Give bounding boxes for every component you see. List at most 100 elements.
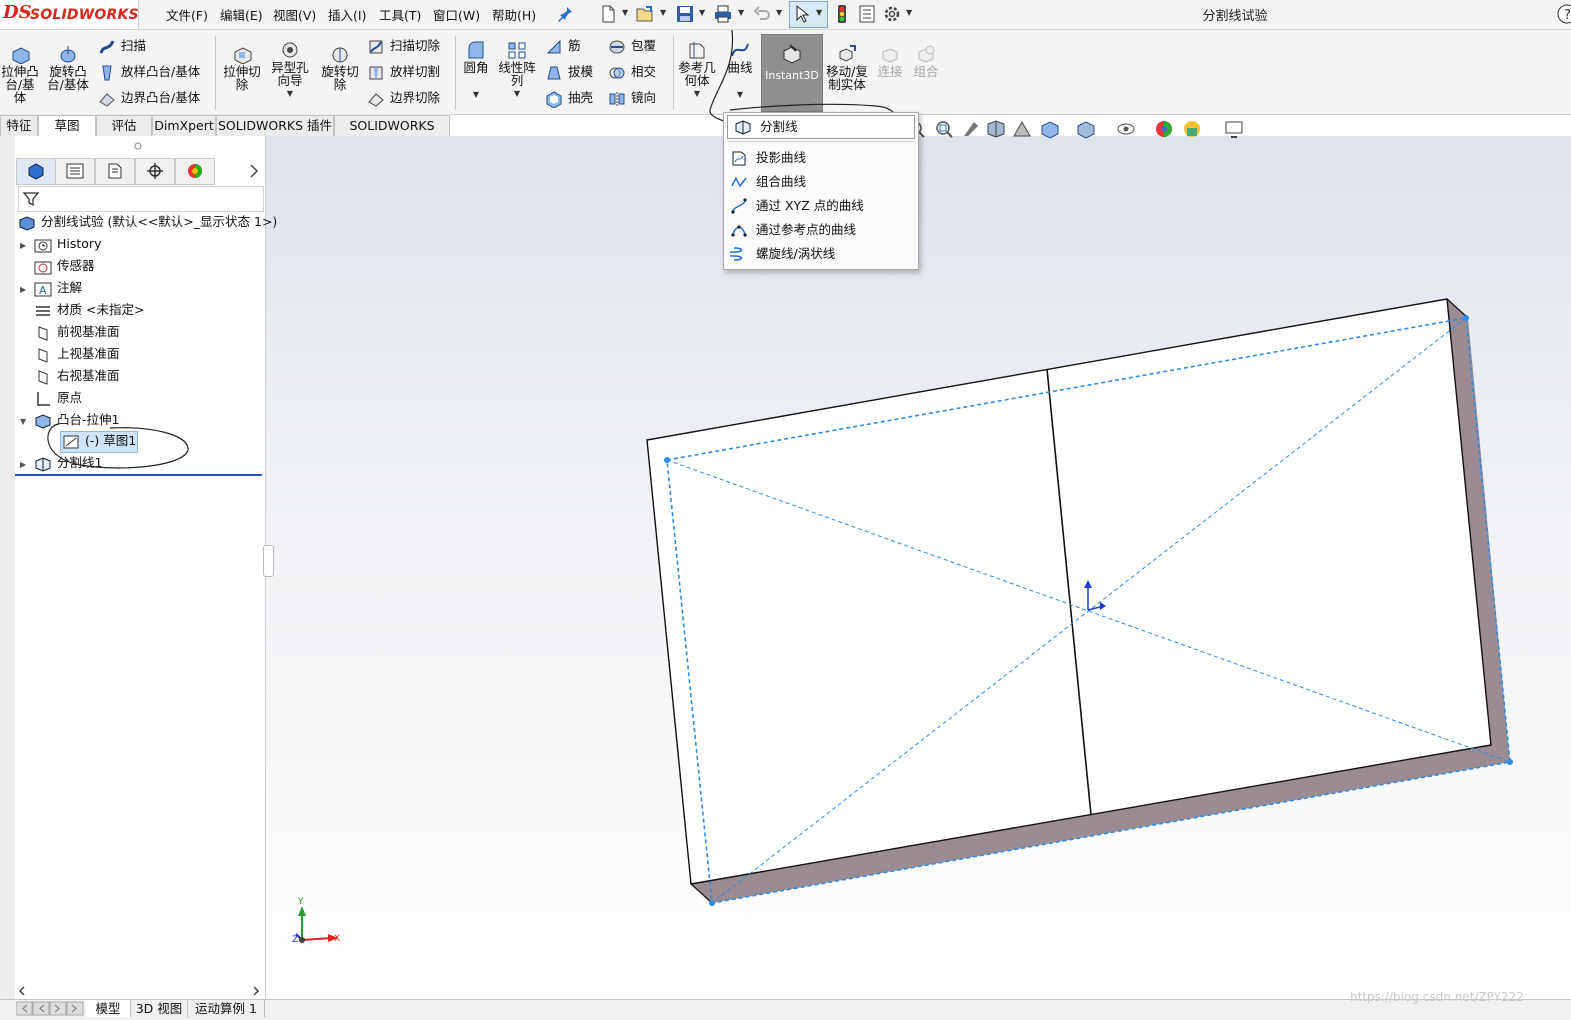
menu-insert[interactable]: 插入(I) [328, 5, 366, 24]
revolve-cut-button[interactable]: 旋转切除 [318, 44, 362, 91]
tree-item-front-plane[interactable]: 前视基准面 [20, 321, 120, 343]
tree-filter-input[interactable] [18, 186, 264, 212]
expand-arrow-icon[interactable]: ▶ [20, 279, 34, 301]
menu-item-projected-curve[interactable]: 投影曲线 [724, 147, 918, 169]
undo-dropdown-caret[interactable]: ▼ [776, 8, 785, 18]
tab-model[interactable]: 模型 [86, 1000, 131, 1017]
tab-evaluate[interactable]: 评估 [96, 115, 152, 137]
hole-wizard-label: 异型孔向导 [271, 60, 309, 88]
intersect-button[interactable]: 相交 [608, 61, 656, 83]
document-title: 分割线试验 [1202, 9, 1268, 24]
boundary-boss-button[interactable]: 边界凸台/基体 [98, 87, 200, 109]
extrude-boss-button[interactable]: 拉伸凸台/基体 [0, 44, 40, 104]
mirror-button[interactable]: 镜向 [608, 87, 656, 109]
file-properties-icon[interactable] [857, 4, 877, 24]
triad-x-label: X [334, 934, 340, 944]
menu-item-curve-through-xyz[interactable]: 通过 XYZ 点的曲线 [724, 195, 918, 217]
sketch-point[interactable] [709, 900, 715, 906]
menu-edit[interactable]: 编辑(E) [220, 5, 263, 24]
tree-item-label: 传感器 [57, 258, 95, 273]
draft-button[interactable]: 拔模 [545, 61, 593, 83]
menu-tools[interactable]: 工具(T) [379, 5, 421, 24]
tree-item-origin[interactable]: 原点 [20, 387, 82, 409]
help-icon[interactable]: ? [1553, 3, 1571, 25]
shell-button[interactable]: 抽壳 [545, 87, 593, 109]
tree-item-material[interactable]: 材质 <未指定> [20, 299, 144, 321]
tab-display-manager[interactable] [175, 158, 215, 185]
tree-root-part[interactable]: 分割线试验 (默认<<默认>_显示状态 1>) [18, 211, 277, 233]
tab-configuration-manager[interactable] [95, 158, 135, 185]
menu-item-curve-through-reference-points[interactable]: 通过参考点的曲线 [724, 219, 918, 241]
expand-arrow-icon[interactable]: ▶ [20, 454, 34, 476]
undo-icon[interactable] [752, 4, 772, 24]
menu-item-split-line[interactable]: 分割线 [727, 115, 915, 139]
tab-dimxpert[interactable]: DimXpert [152, 115, 216, 137]
wrap-button[interactable]: 包覆 [608, 35, 656, 57]
revolve-boss-button[interactable]: 旋转凸台/基体 [44, 44, 92, 91]
open-dropdown-caret[interactable]: ▼ [660, 8, 669, 18]
tab-property-manager[interactable] [55, 158, 95, 185]
reference-geometry-icon [689, 42, 705, 59]
tree-item-right-plane[interactable]: 右视基准面 [20, 365, 120, 387]
tab-solidworks-mbd[interactable]: SOLIDWORKS MBD [334, 115, 450, 153]
options-dropdown-caret[interactable]: ▼ [906, 8, 915, 18]
new-dropdown-caret[interactable]: ▼ [622, 8, 631, 18]
open-icon[interactable] [635, 4, 655, 24]
save-icon[interactable] [675, 4, 695, 24]
new-document-icon[interactable] [598, 4, 618, 24]
print-dropdown-caret[interactable]: ▼ [738, 8, 747, 18]
collapse-arrow-icon[interactable]: ▼ [20, 411, 34, 433]
linear-pattern-button[interactable]: 线性阵列 ▼ [497, 40, 537, 100]
menu-item-helix-spiral[interactable]: 螺旋线/涡状线 [724, 243, 918, 265]
pin-icon[interactable] [555, 4, 575, 24]
hole-wizard-caret[interactable]: ▼ [268, 87, 312, 100]
fillet-button[interactable]: 圆角 ▼ [460, 40, 492, 101]
linear-pattern-caret[interactable]: ▼ [497, 87, 537, 100]
extrude-cut-button[interactable]: 拉伸切除 [220, 44, 264, 91]
tab-features[interactable]: 特征 [0, 115, 38, 137]
rollback-bar[interactable] [15, 474, 262, 476]
swept-cut-button[interactable]: 扫描切除 [367, 35, 440, 57]
tab-3d-views[interactable]: 3D 视图 [131, 1000, 188, 1017]
panel-grip-icon[interactable] [134, 142, 142, 150]
rib-button[interactable]: 筋 [545, 35, 581, 57]
panel-collapse-handle[interactable] [263, 545, 274, 577]
tree-horizontal-scrollbar[interactable] [16, 984, 262, 998]
tree-item-history[interactable]: ▶ History [20, 233, 101, 255]
tab-dimxpert-manager[interactable] [135, 158, 175, 185]
curve-through-xyz-icon [731, 198, 747, 214]
boundary-cut-button[interactable]: 边界切除 [367, 87, 440, 109]
rebuild-traffic-light-icon[interactable] [832, 4, 852, 24]
expand-arrow-icon[interactable]: ▶ [20, 235, 34, 257]
tab-feature-manager[interactable] [16, 158, 56, 185]
sketch-point[interactable] [1463, 315, 1469, 321]
menu-view[interactable]: 视图(V) [273, 5, 316, 24]
tree-item-top-plane[interactable]: 上视基准面 [20, 343, 120, 365]
options-gear-icon[interactable] [882, 4, 902, 24]
sweep-button[interactable]: 扫描 [98, 35, 146, 57]
hole-wizard-button[interactable]: 异型孔向导 ▼ [268, 40, 312, 100]
menu-window[interactable]: 窗口(W) [433, 5, 480, 24]
tab-solidworks-addins[interactable]: SOLIDWORKS 插件 [216, 115, 334, 137]
tree-item-sensors[interactable]: 传感器 [20, 255, 95, 277]
tab-sketch[interactable]: 草图 [38, 115, 96, 137]
tab-motion-study[interactable]: 运动算例 1 [188, 1000, 265, 1017]
curve-through-reference-points-icon [731, 225, 747, 237]
sketch-point[interactable] [664, 457, 670, 463]
print-icon[interactable] [713, 4, 733, 24]
chevron-right-icon[interactable] [248, 163, 260, 179]
fillet-caret[interactable]: ▼ [460, 88, 492, 101]
menu-help[interactable]: 帮助(H) [492, 5, 536, 24]
solidworks-logo[interactable]: DS SOLIDWORKS [0, 0, 139, 29]
loft-boss-button[interactable]: 放样凸台/基体 [98, 61, 200, 83]
select-dropdown-caret[interactable]: ▼ [816, 8, 825, 18]
select-arrow-icon[interactable] [792, 4, 812, 24]
sketch-point[interactable] [1507, 759, 1513, 765]
tab-scroll-arrows[interactable] [16, 1001, 84, 1016]
lofted-cut-button[interactable]: 放样切割 [367, 61, 440, 83]
tree-item-annotations[interactable]: ▶ A 注解 [20, 277, 82, 299]
menu-item-composite-curve[interactable]: 组合曲线 [724, 171, 918, 193]
combine-button[interactable]: 组合 [911, 44, 941, 78]
save-dropdown-caret[interactable]: ▼ [699, 8, 708, 18]
menu-file[interactable]: 文件(F) [166, 5, 208, 24]
